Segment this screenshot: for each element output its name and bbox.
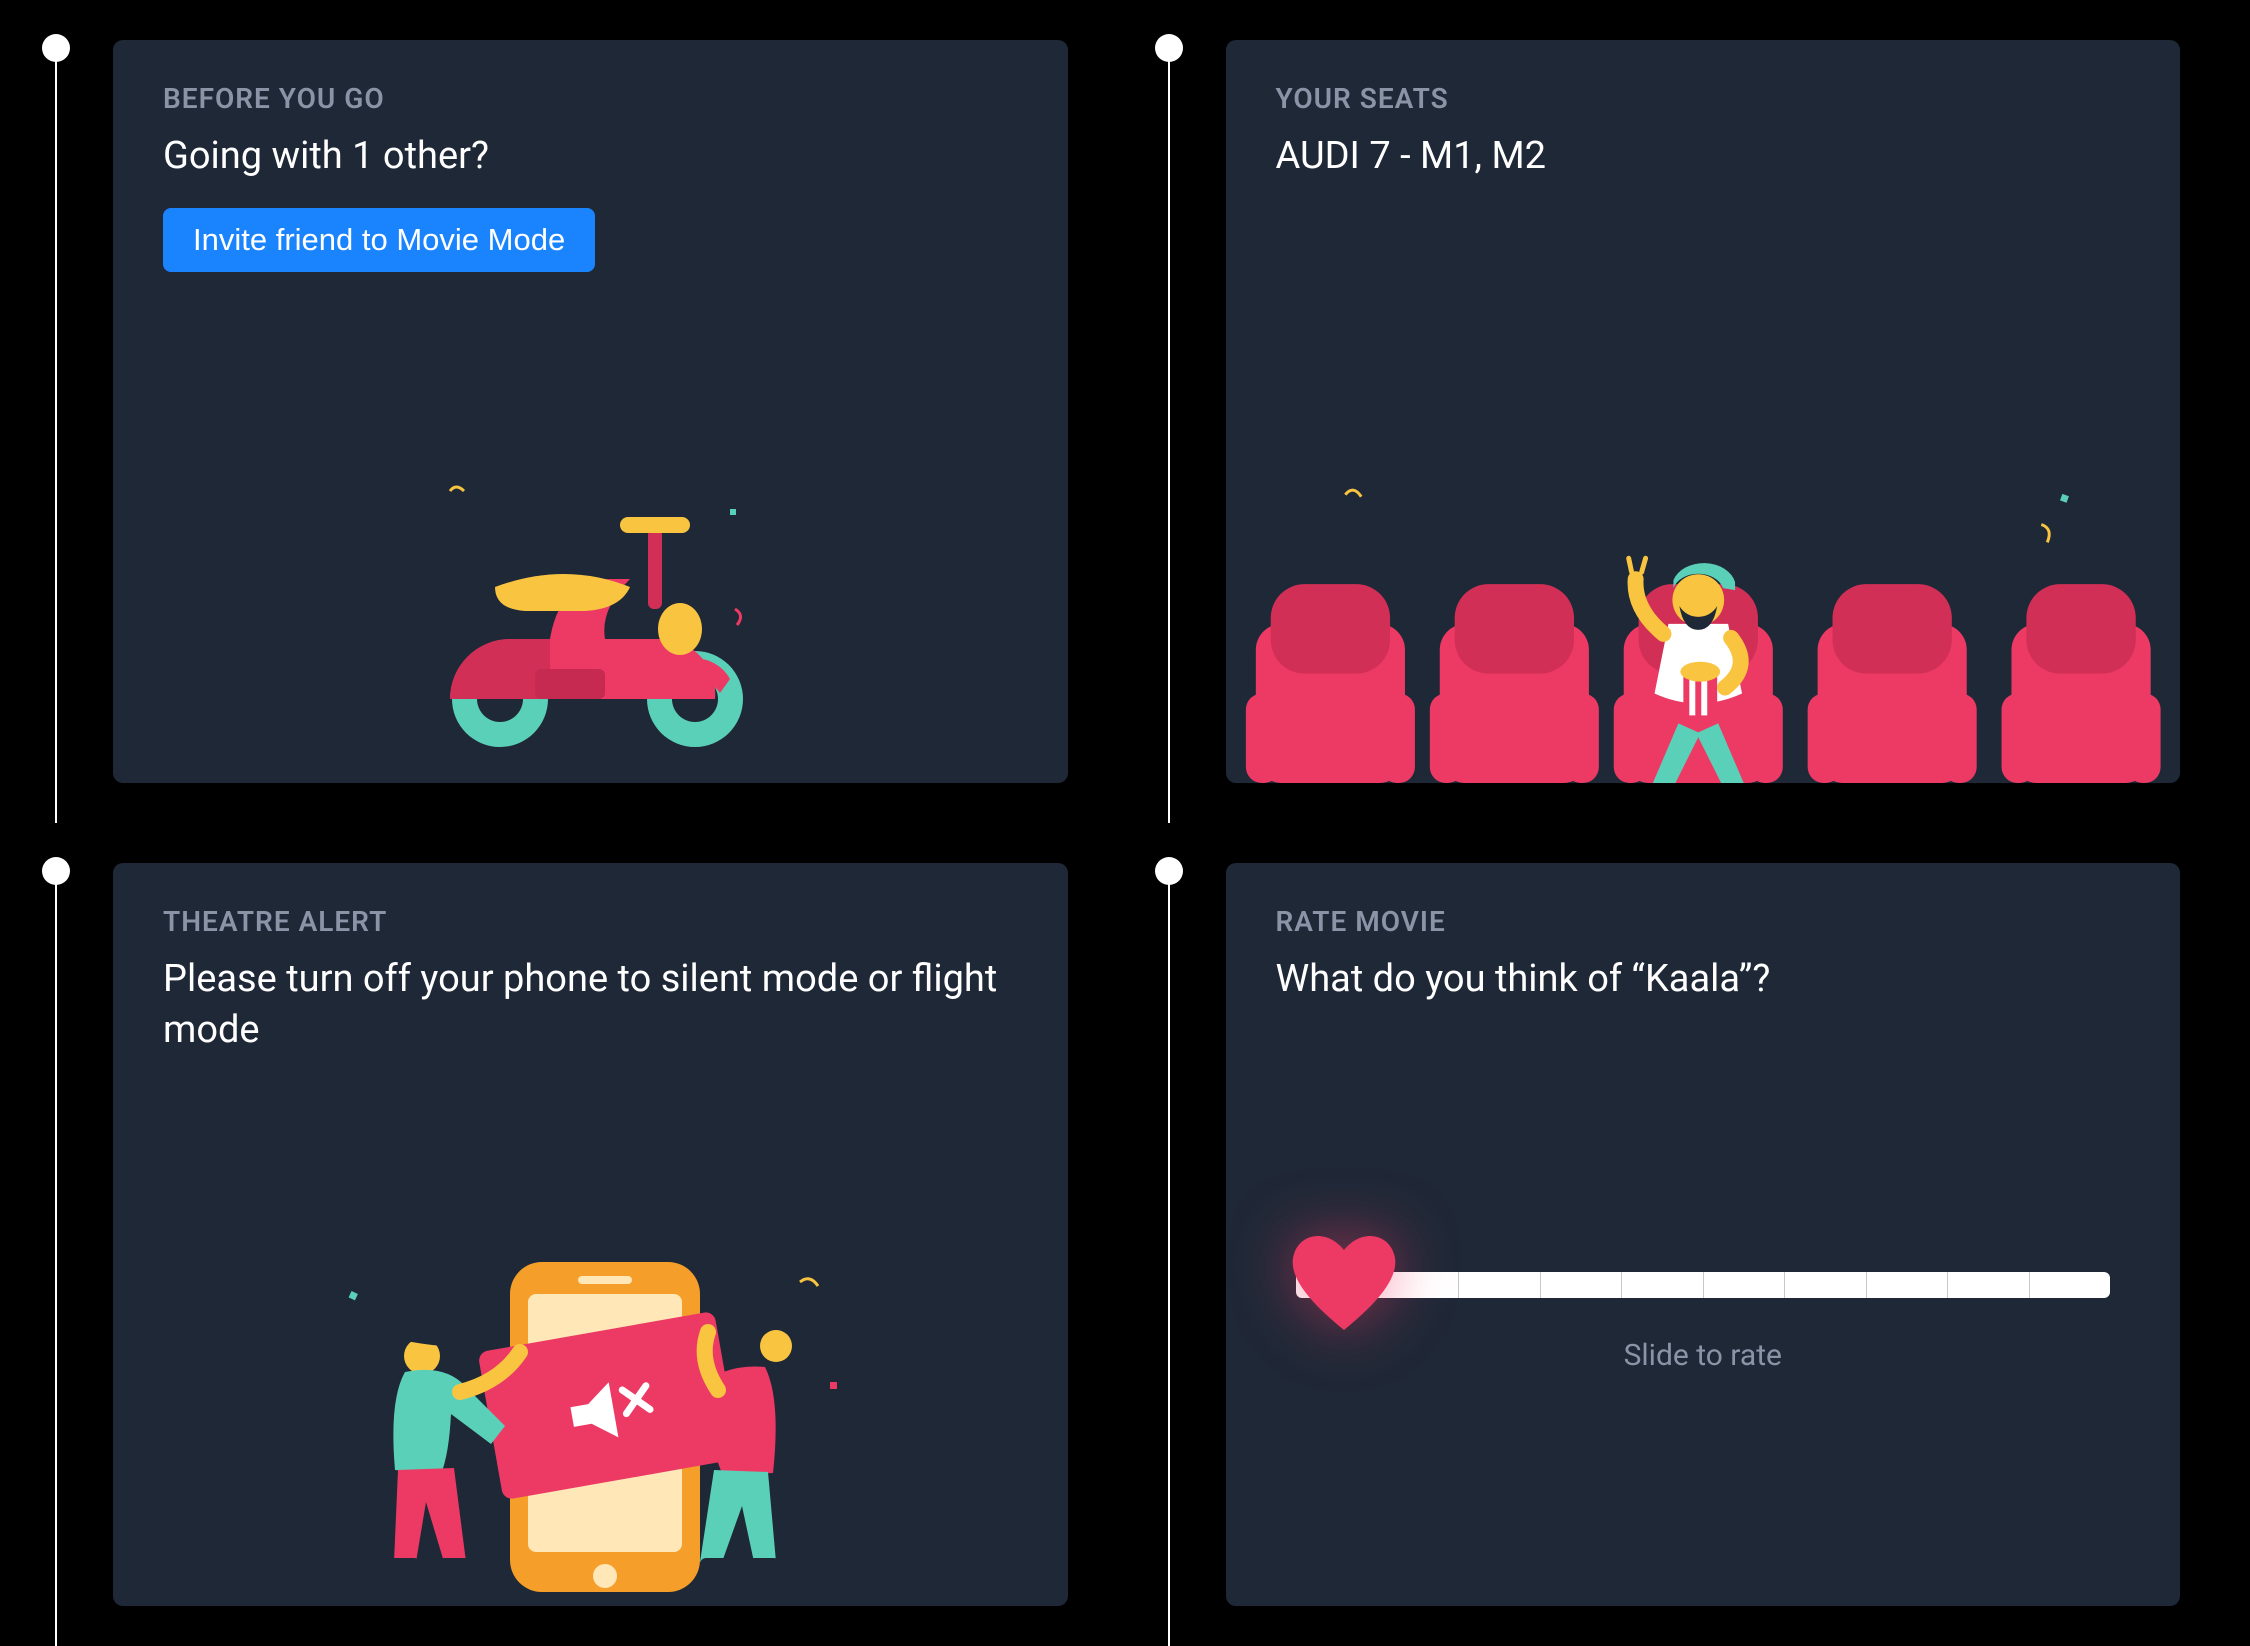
eyebrow-rate: RATE MOVIE xyxy=(1276,905,2131,938)
title-rate: What do you think of “Kaala”? xyxy=(1276,954,2131,1005)
card-rate-movie: RATE MOVIE What do you think of “Kaala”? xyxy=(1158,863,2181,1606)
timeline-line xyxy=(1168,863,1170,1646)
card-theatre-alert: THEATRE ALERT Please turn off your phone… xyxy=(45,863,1068,1606)
timeline-line xyxy=(55,40,57,823)
card-your-seats: YOUR SEATS AUDI 7 - M1, M2 xyxy=(1158,40,2181,783)
silent-phone-illustration-icon xyxy=(113,1232,1068,1606)
title-alert: Please turn off your phone to silent mod… xyxy=(163,954,1018,1057)
timeline-line xyxy=(55,863,57,1646)
slider-caption: Slide to rate xyxy=(1296,1338,2111,1373)
heart-slider-thumb-icon[interactable] xyxy=(1284,1226,1404,1336)
timeline-dot-icon xyxy=(42,34,70,62)
timeline-dot-icon xyxy=(42,857,70,885)
title-before: Going with 1 other? xyxy=(163,131,1018,182)
card-before-you-go: BEFORE YOU GO Going with 1 other? Invite… xyxy=(45,40,1068,783)
eyebrow-seats: YOUR SEATS xyxy=(1276,82,2131,115)
timeline-line xyxy=(1168,40,1170,823)
eyebrow-alert: THEATRE ALERT xyxy=(163,905,1018,938)
rating-slider[interactable] xyxy=(1296,1272,2111,1298)
title-seats: AUDI 7 - M1, M2 xyxy=(1276,131,2131,182)
scooter-illustration-icon xyxy=(113,469,1068,763)
eyebrow-before: BEFORE YOU GO xyxy=(163,82,1018,115)
invite-friend-button[interactable]: Invite friend to Movie Mode xyxy=(163,208,595,272)
timeline-dot-icon xyxy=(1155,34,1183,62)
cinema-seats-illustration-icon xyxy=(1226,463,2181,783)
timeline-dot-icon xyxy=(1155,857,1183,885)
